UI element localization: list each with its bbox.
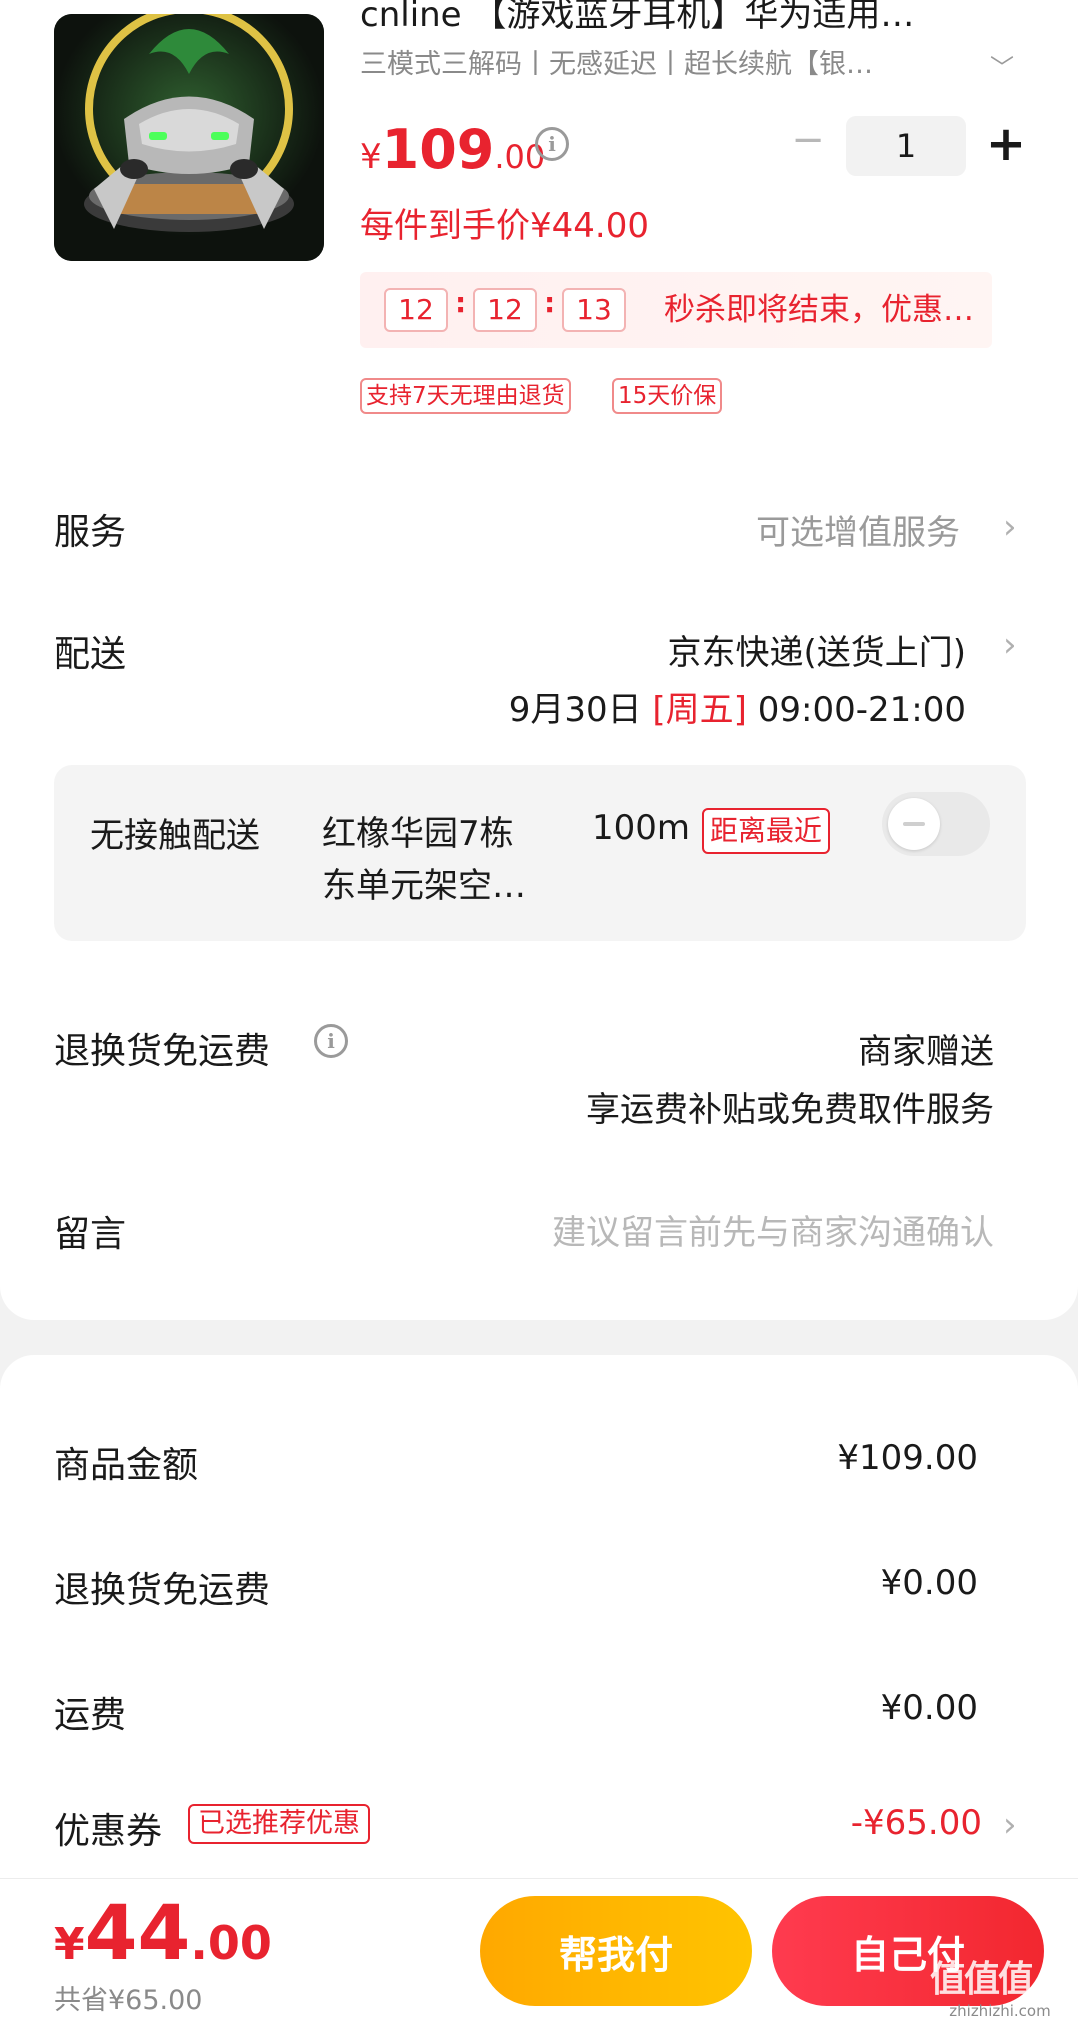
countdown-hours: 12 [384,288,448,332]
delivery-time[interactable]: 9月30日 [周五] 09:00-21:00 [509,682,966,731]
coupon-tag[interactable]: 已选推荐优惠 [188,1804,370,1844]
shipping-value: ¥0.00 [880,1688,978,1728]
return-freight-desc: 享运费补贴或免费取件服务 [586,1090,994,1130]
countdown-separator: : [544,286,556,319]
product-price: ¥109.00 [360,118,546,181]
contactless-toggle[interactable] [882,792,990,856]
price-info-icon[interactable]: i [535,127,569,161]
service-label: 服务 [54,512,127,553]
return-freight-value: 商家赠送 [858,1032,994,1072]
help-pay-button[interactable]: 帮我付 [480,1896,752,2006]
return-policy-tag: 支持7天无理由退货 [360,378,571,414]
coupon-value[interactable]: -¥65.00 [851,1803,982,1843]
saved-amount: 共省¥65.00 [54,1985,203,2016]
delivery-method[interactable]: 京东快递(送货上门) [667,625,966,674]
countdown-separator: : [455,286,467,319]
watermark-url: zhizhizhi.com [949,2002,1051,2020]
product-image[interactable] [54,14,324,261]
return-freight-fee-value: ¥0.00 [880,1563,978,1603]
chevron-right-icon[interactable]: › [1003,507,1017,547]
contactless-distance: 100m [592,808,691,848]
service-value[interactable]: 可选增值服务 [756,505,960,554]
message-label: 留言 [54,1214,127,1255]
quantity-input[interactable]: 1 [846,116,966,176]
per-item-price: 每件到手价¥44.00 [360,206,649,246]
return-freight-info-icon[interactable]: i [314,1024,348,1058]
chevron-right-icon[interactable]: › [1003,625,1017,665]
quantity-increase-button[interactable]: + [982,118,1030,170]
product-title[interactable]: cnline 【游戏蓝牙耳机】华为适用… [360,0,1000,36]
countdown-minutes: 12 [473,288,537,332]
message-input[interactable]: 建议留言前先与商家沟通确认 [552,1205,994,1254]
total-price: ¥44.00 [54,1888,272,1977]
coupon-label: 优惠券 [54,1811,163,1852]
return-freight-fee-label: 退换货免运费 [54,1570,271,1611]
goods-amount-label: 商品金额 [54,1445,199,1486]
return-freight-label: 退换货免运费 [54,1031,271,1072]
delivery-label: 配送 [54,634,127,675]
contactless-label: 无接触配送 [90,816,260,856]
shipping-label: 运费 [54,1695,127,1736]
seckill-text: 秒杀即将结束，优惠… [664,292,974,328]
watermark-logo: 值值值 [930,1959,1034,2000]
quantity-decrease-button[interactable]: − [788,120,828,162]
chevron-right-icon[interactable]: › [1003,1805,1017,1845]
price-protect-tag: 15天价保 [612,378,723,414]
chevron-down-icon[interactable]: ﹀ [990,48,1014,83]
product-spec[interactable]: 三模式三解码丨无感延迟丨超长续航【银… [360,46,930,84]
goods-amount-value: ¥109.00 [837,1438,978,1478]
countdown-seconds: 13 [562,288,626,332]
contactless-address: 红橡华园7栋 东单元架空… [322,814,526,906]
distance-tag: 距离最近 [702,808,831,854]
